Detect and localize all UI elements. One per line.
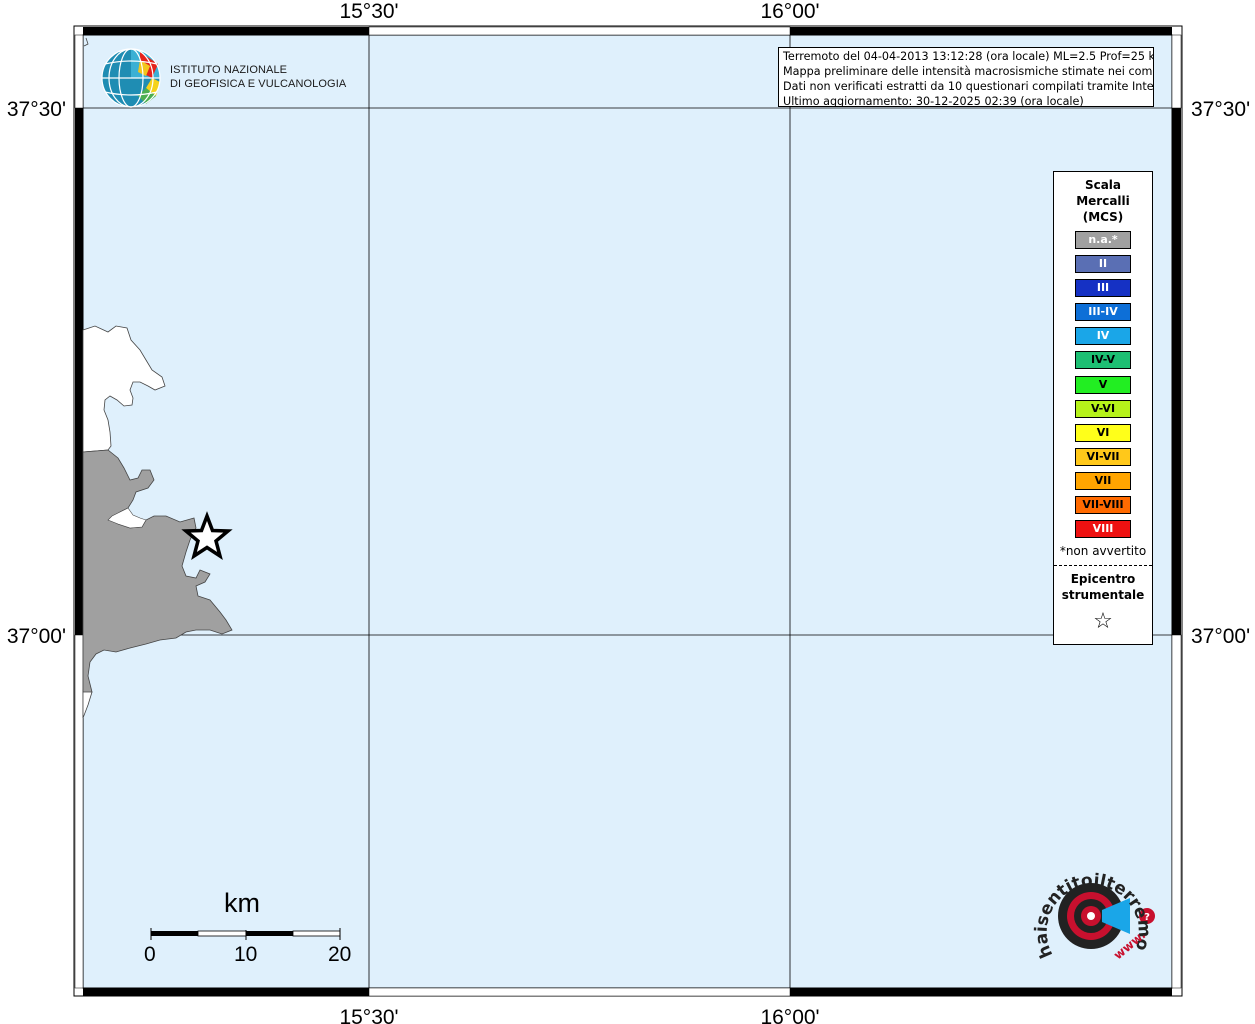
ingv-line-2: DI GEOFISICA E VULCANOLOGIA [170,78,347,90]
legend-item: IV-V [1075,351,1131,370]
lat-label-left-1: 37°30' [7,98,66,121]
frame-border-left [74,34,84,989]
legend-item: V [1075,375,1131,394]
info-line-3: Dati non verificati estratti da 10 quest… [783,80,1154,93]
legend-item: VI-VII [1075,447,1131,466]
scale-label-20: 20 [328,943,352,966]
legend-epicenter-label: Epicentro strumentale [1054,571,1152,603]
scale-label-0: 0 [144,943,156,966]
legend-epi-2: strumentale [1061,588,1145,603]
info-line-2: Mappa preliminare delle intensità macros… [783,65,1154,78]
legend-item: III [1075,279,1131,298]
legend-item: V-VI [1075,399,1131,418]
info-line-1: Terremoto del 04-04-2013 13:12:28 (ora l… [783,50,1154,63]
legend-item: II [1075,255,1131,274]
legend-item: VI [1075,423,1131,442]
lat-label-right-1: 37°30' [1191,98,1250,121]
legend-item: VII-VIII [1075,496,1131,515]
legend-note: *non avvertito [1059,544,1147,559]
legend-title-3: (MCS) [1082,210,1124,224]
legend-item: n.a.* [1075,231,1131,249]
ingv-line-1: ISTITUTO NAZIONALE [170,64,288,76]
scale-title: km [224,888,260,918]
legend-separator [1054,565,1152,567]
lon-label-bottom-1: 15°30' [339,1006,398,1024]
sea-area [82,34,1173,989]
legend-epi-1: Epicentro [1070,572,1136,587]
mcs-legend: Scala Mercalli (MCS) n.a.* II III III-IV IV I… [1053,171,1153,645]
legend-item: III-IV [1075,303,1131,322]
lat-label-left-2: 37°00' [7,625,66,648]
ingv-globe-icon [101,48,161,108]
info-line-4: Ultimo aggiornamento: 30-12-2025 02:39 (… [783,95,1084,107]
lon-label-top-1: 15°30' [339,0,398,23]
frame-border-bottom [83,987,1172,997]
legend-item: IV [1075,327,1131,346]
frame-border-right [1171,34,1182,989]
legend-title-1: Scala [1084,178,1122,192]
legend-items: n.a.* II III III-IV IV IV-V V V-VI VI VI-VII VII VI… [1054,231,1152,539]
earthquake-info-box: Terremoto del 04-04-2013 13:12:28 (ora l… [778,47,1154,107]
lon-label-bottom-2: 16°00' [760,1006,819,1024]
lat-label-right-2: 37°00' [1191,625,1250,648]
ingv-logo-text: ISTITUTO NAZIONALE DI GEOFISICA E VULCAN… [170,63,346,91]
legend-item: VIII [1075,520,1131,539]
legend-title: Scala Mercalli (MCS) [1054,177,1152,225]
scale-label-10: 10 [234,943,258,966]
frame-border-top [83,26,1172,36]
legend-star-icon: ☆ [1093,609,1113,635]
lon-label-top-2: 16°00' [760,0,819,23]
legend-title-2: Mercalli [1076,194,1130,208]
legend-item: VII [1075,471,1131,490]
